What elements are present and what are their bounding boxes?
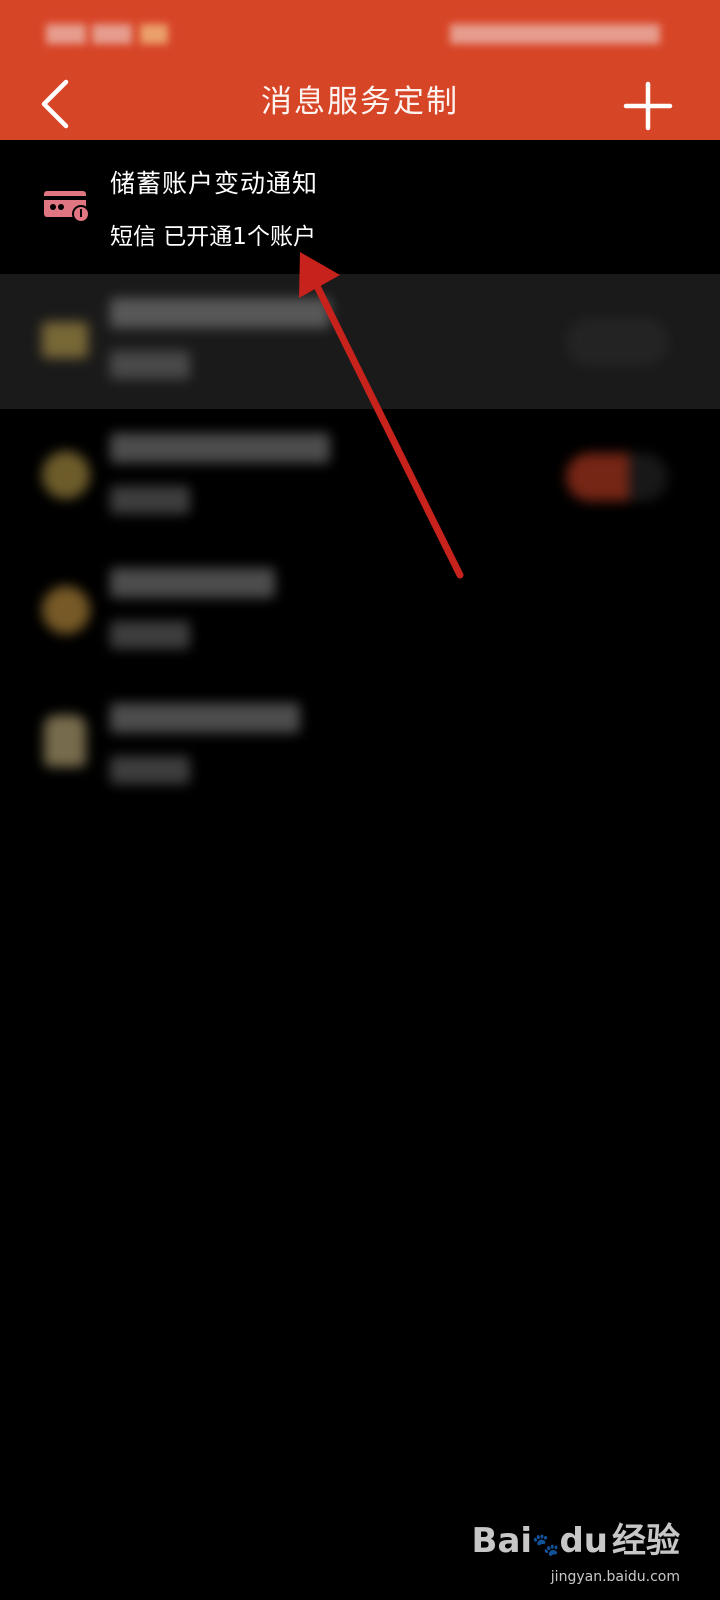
blurred-title [110, 298, 330, 328]
navigation-bar: 消息服务定制 [0, 70, 720, 140]
blurred-icon [42, 451, 90, 499]
watermark-brand-suffix: du [559, 1521, 608, 1561]
eye-icon [140, 24, 168, 44]
toggle-switch [566, 453, 668, 501]
blurred-subtitle [110, 486, 190, 514]
status-hd-icon [46, 24, 86, 44]
watermark-url: jingyan.baidu.com [550, 1569, 680, 1585]
list-item-blurred-2[interactable] [0, 409, 720, 544]
toggle-switch [566, 318, 668, 366]
blurred-content [0, 544, 720, 679]
watermark-brand: Bai [471, 1521, 533, 1561]
status-bar [0, 0, 720, 70]
blurred-content [0, 409, 720, 544]
service-list: 储蓄账户变动通知 短信 已开通1个账户 [0, 140, 720, 814]
blurred-subtitle [110, 621, 190, 649]
list-item-blurred-1[interactable] [0, 274, 720, 409]
blurred-content [0, 679, 720, 814]
page-title: 消息服务定制 [261, 84, 459, 120]
bank-card-icon [44, 191, 90, 223]
blurred-title [110, 703, 300, 733]
watermark-logo: Bai🐾du 经验 [472, 1521, 680, 1566]
blurred-title [110, 433, 330, 463]
item-subtitle: 短信 已开通1个账户 [110, 224, 316, 250]
blurred-icon [44, 715, 86, 767]
blurred-subtitle [110, 351, 190, 379]
list-item-blurred-4[interactable] [0, 679, 720, 814]
plus-icon [623, 81, 673, 131]
blurred-title [110, 568, 275, 598]
signal-icon [92, 24, 132, 44]
add-button[interactable] [618, 76, 678, 136]
blurred-subtitle [110, 756, 190, 784]
watermark-brand-tail: 经验 [612, 1521, 680, 1561]
paw-icon: 🐾 [532, 1533, 560, 1558]
blurred-icon [42, 586, 90, 634]
status-right-icons [450, 24, 660, 44]
item-title: 储蓄账户变动通知 [110, 169, 319, 198]
list-item-blurred-3[interactable] [0, 544, 720, 679]
blurred-icon [42, 322, 88, 358]
baidu-jingyan-watermark: Bai🐾du 经验 jingyan.baidu.com [472, 1521, 680, 1586]
list-item-savings-account[interactable]: 储蓄账户变动通知 短信 已开通1个账户 [0, 140, 720, 274]
blurred-content [0, 274, 720, 409]
